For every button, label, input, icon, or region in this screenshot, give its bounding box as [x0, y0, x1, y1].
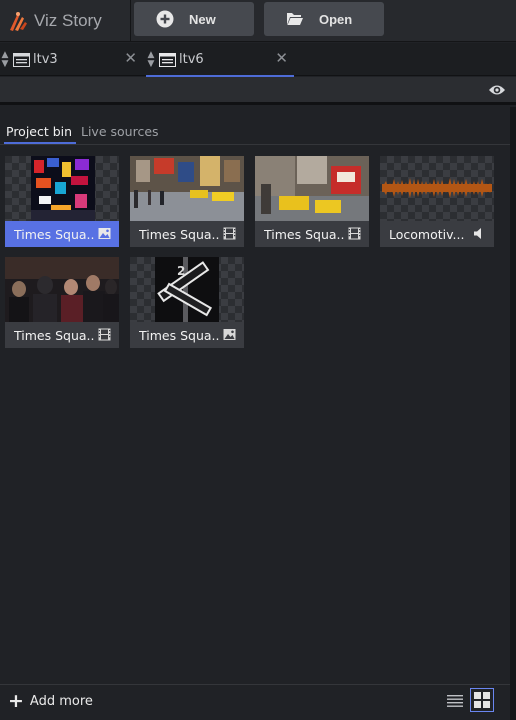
image-icon [223, 329, 236, 340]
app-title: Viz Story [34, 11, 102, 30]
media-item[interactable]: Locomotiv... [380, 156, 494, 247]
bin-footer: + Add more [0, 684, 510, 720]
grid-view-icon [474, 692, 490, 708]
drag-handle-icon[interactable]: ▲ ▼ [0, 50, 10, 69]
media-label: Times Squa... [14, 327, 94, 343]
document-tabs: ▲ ▼ ltv3 ✕ ▲ ▼ ltv6 ✕ [0, 43, 516, 77]
tab-ltv3[interactable]: ▲ ▼ ltv3 ✕ [0, 43, 143, 76]
close-tab-icon[interactable]: ✕ [275, 49, 288, 67]
new-button-label: New [189, 11, 216, 27]
add-more-button[interactable]: + Add more [8, 690, 93, 712]
scrollbar-track[interactable] [510, 107, 516, 720]
folder-open-icon [287, 13, 303, 25]
street-sign-image: 2 [155, 257, 219, 322]
media-item[interactable]: Times Squa... [5, 257, 119, 348]
media-item[interactable]: 2 Times Squa... [130, 257, 244, 348]
tab-label: ltv3 [33, 52, 58, 67]
new-button[interactable]: New [134, 2, 254, 36]
plus-circle-icon [156, 10, 174, 28]
close-tab-icon[interactable]: ✕ [124, 49, 137, 67]
tab-project-bin[interactable]: Project bin [3, 124, 77, 144]
tab-ltv6[interactable]: ▲ ▼ ltv6 ✕ [146, 43, 294, 77]
media-label: Times Squa... [14, 226, 94, 242]
tab-label: ltv6 [179, 52, 204, 67]
list-view-icon[interactable] [447, 694, 463, 708]
film-icon [348, 227, 361, 240]
media-item[interactable]: Times Squa... [130, 156, 244, 247]
top-bar: Viz Story New Open [0, 0, 516, 42]
film-icon [98, 328, 111, 341]
media-caption: Times Squa... [130, 221, 244, 247]
bin-tabs: Project bin Live sources [0, 109, 510, 145]
plus-icon: + [8, 690, 24, 712]
media-item[interactable]: Times Squa... [5, 156, 119, 247]
film-icon [223, 227, 236, 240]
media-caption: Times Squa... [5, 221, 119, 247]
media-label: Times Squa... [139, 327, 219, 343]
tab-live-sources[interactable]: Live sources [81, 124, 159, 139]
media-thumbnail [255, 156, 369, 221]
eye-icon[interactable] [488, 83, 506, 97]
times-square-street-image [130, 156, 244, 221]
media-caption: Locomotiv... [380, 221, 494, 247]
media-item[interactable]: Times Squa... [255, 156, 369, 247]
viz-story-logo-icon [10, 12, 27, 31]
media-caption: Times Squa... [130, 322, 244, 348]
times-square-crowd-image [5, 257, 119, 322]
times-square-taxi-image [255, 156, 369, 221]
media-thumbnail: 2 [130, 257, 244, 322]
media-thumbnail [380, 156, 494, 221]
grid-view-button[interactable] [470, 688, 494, 712]
media-label: Times Squa... [264, 226, 344, 242]
media-caption: Times Squa... [255, 221, 369, 247]
open-button[interactable]: Open [264, 2, 384, 36]
media-thumbnail [130, 156, 244, 221]
speaker-icon [474, 228, 481, 239]
media-thumbnail [5, 156, 119, 221]
media-thumbnail [5, 257, 119, 322]
svg-text:2: 2 [177, 264, 185, 278]
add-more-label: Add more [29, 693, 93, 709]
app-brand: Viz Story [0, 0, 131, 42]
audio-waveform-image [382, 178, 492, 198]
open-button-label: Open [319, 11, 353, 27]
story-document-icon [159, 52, 176, 67]
panel-toolbar [0, 77, 516, 105]
media-label: Locomotiv... [389, 226, 465, 242]
story-document-icon [13, 52, 30, 67]
media-label: Times Squa... [139, 226, 219, 242]
media-caption: Times Squa... [5, 322, 119, 348]
times-square-night-image [31, 156, 95, 221]
drag-handle-icon[interactable]: ▲ ▼ [146, 50, 156, 69]
image-icon [98, 228, 111, 239]
